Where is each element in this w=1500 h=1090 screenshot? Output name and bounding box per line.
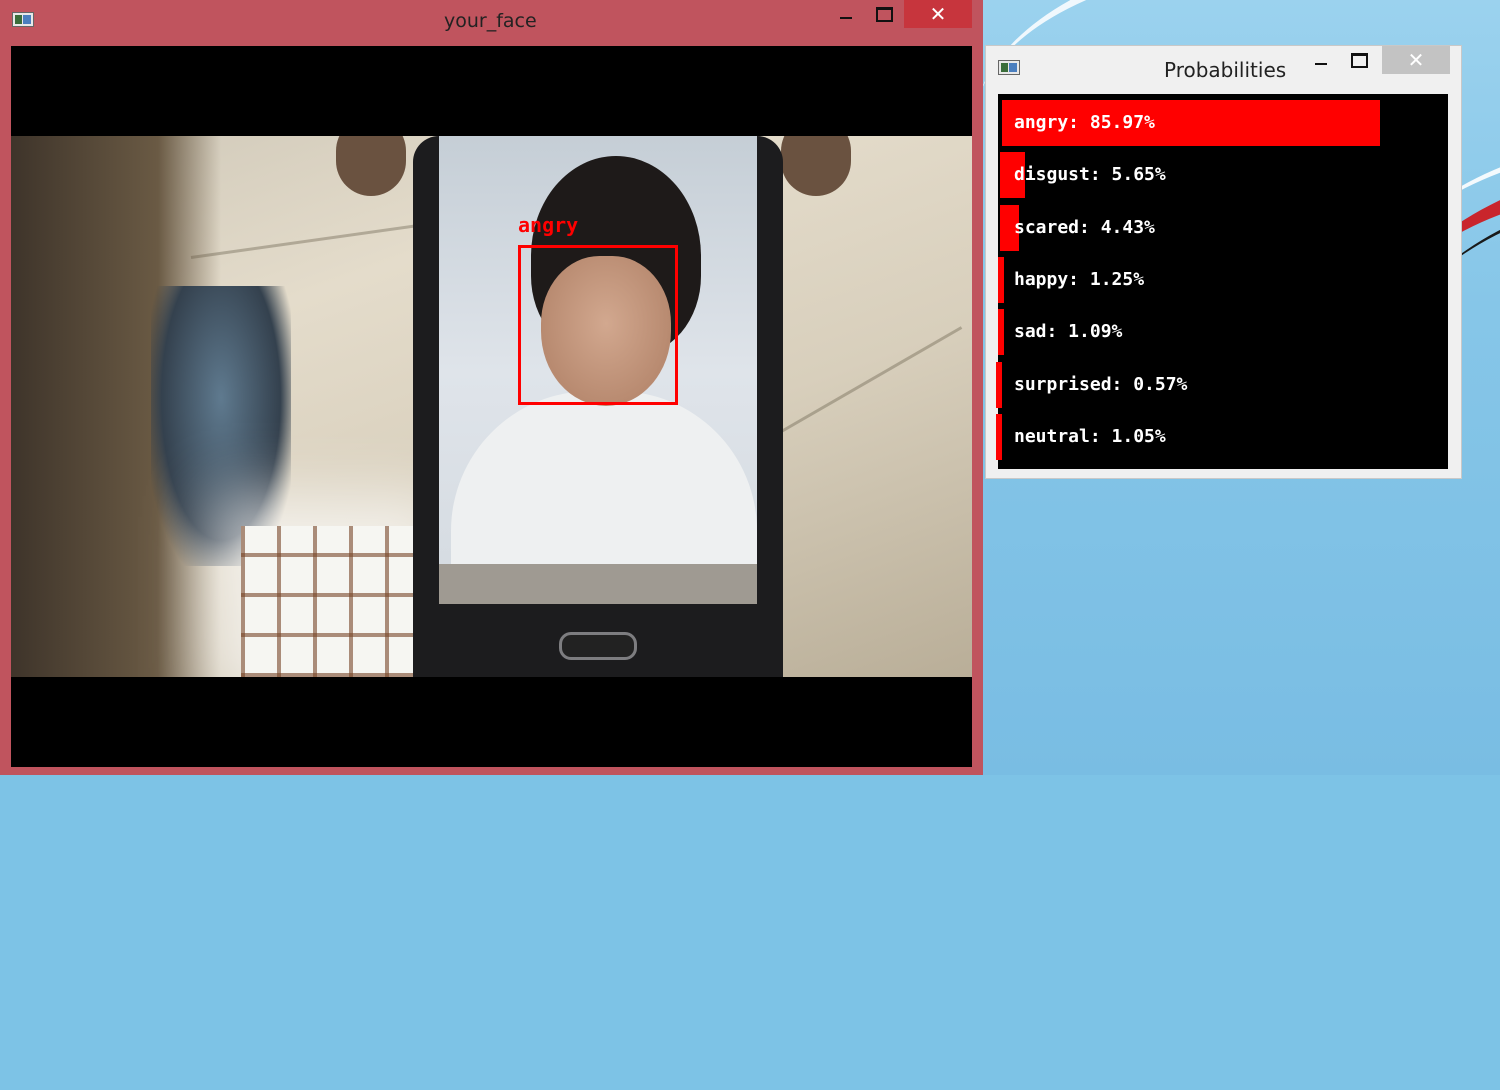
probability-row: scared: 4.43% (998, 204, 1448, 251)
finger (781, 136, 851, 196)
hanging-cloth (151, 286, 291, 566)
minimize-icon[interactable] (1304, 46, 1338, 74)
probability-label: angry: 85.97% (1014, 112, 1155, 133)
probability-label: happy: 1.25% (1014, 268, 1145, 290)
phone-bezel (439, 564, 757, 604)
probability-row: sad: 1.09% (998, 309, 1448, 356)
camera-frame (11, 136, 972, 677)
maximize-icon[interactable] (1342, 46, 1376, 74)
probability-label: neutral: 1.05% (1014, 425, 1166, 447)
probabilities-window[interactable]: Probabilities ✕ angry: 85.97% disgust: 5.… (985, 45, 1462, 479)
face-detection-box (518, 245, 678, 405)
ceiling-edge (770, 326, 963, 439)
minimize-icon[interactable] (828, 0, 864, 28)
home-button (559, 632, 637, 660)
window-title: your_face (444, 10, 537, 32)
emotion-label: angry (518, 213, 579, 237)
close-icon[interactable]: ✕ (904, 0, 972, 28)
probability-row: surprised: 0.57% (996, 361, 1448, 408)
app-icon[interactable] (998, 60, 1020, 75)
probability-label: surprised: 0.57% (1014, 373, 1188, 395)
probability-label: disgust: 5.65% (1014, 164, 1166, 186)
probability-label: scared: 4.43% (1014, 216, 1155, 238)
probability-bar (996, 361, 1002, 408)
probability-row: angry: 85.97% (998, 100, 1448, 146)
probability-bar (996, 413, 1002, 460)
title-bar[interactable]: your_face ✕ (0, 0, 983, 44)
probability-label: sad: 1.09% (1014, 321, 1123, 343)
maximize-icon[interactable] (866, 0, 902, 28)
probability-bar (998, 256, 1004, 303)
probability-row: happy: 1.25% (998, 256, 1448, 303)
probability-chart: angry: 85.97% disgust: 5.65% scared: 4.43%… (996, 94, 1448, 469)
window-grille (241, 526, 421, 677)
probability-row: disgust: 5.65% (998, 152, 1448, 199)
finger (336, 136, 406, 196)
window-title: Probabilities (1164, 58, 1287, 82)
probability-bar (998, 309, 1004, 356)
app-icon[interactable] (12, 12, 34, 27)
close-icon[interactable]: ✕ (1382, 46, 1450, 74)
camera-view: angry (11, 46, 972, 767)
title-bar[interactable]: Probabilities ✕ (986, 46, 1461, 94)
probability-row: neutral: 1.05% (996, 413, 1448, 460)
your-face-window[interactable]: your_face ✕ angry (0, 0, 983, 775)
